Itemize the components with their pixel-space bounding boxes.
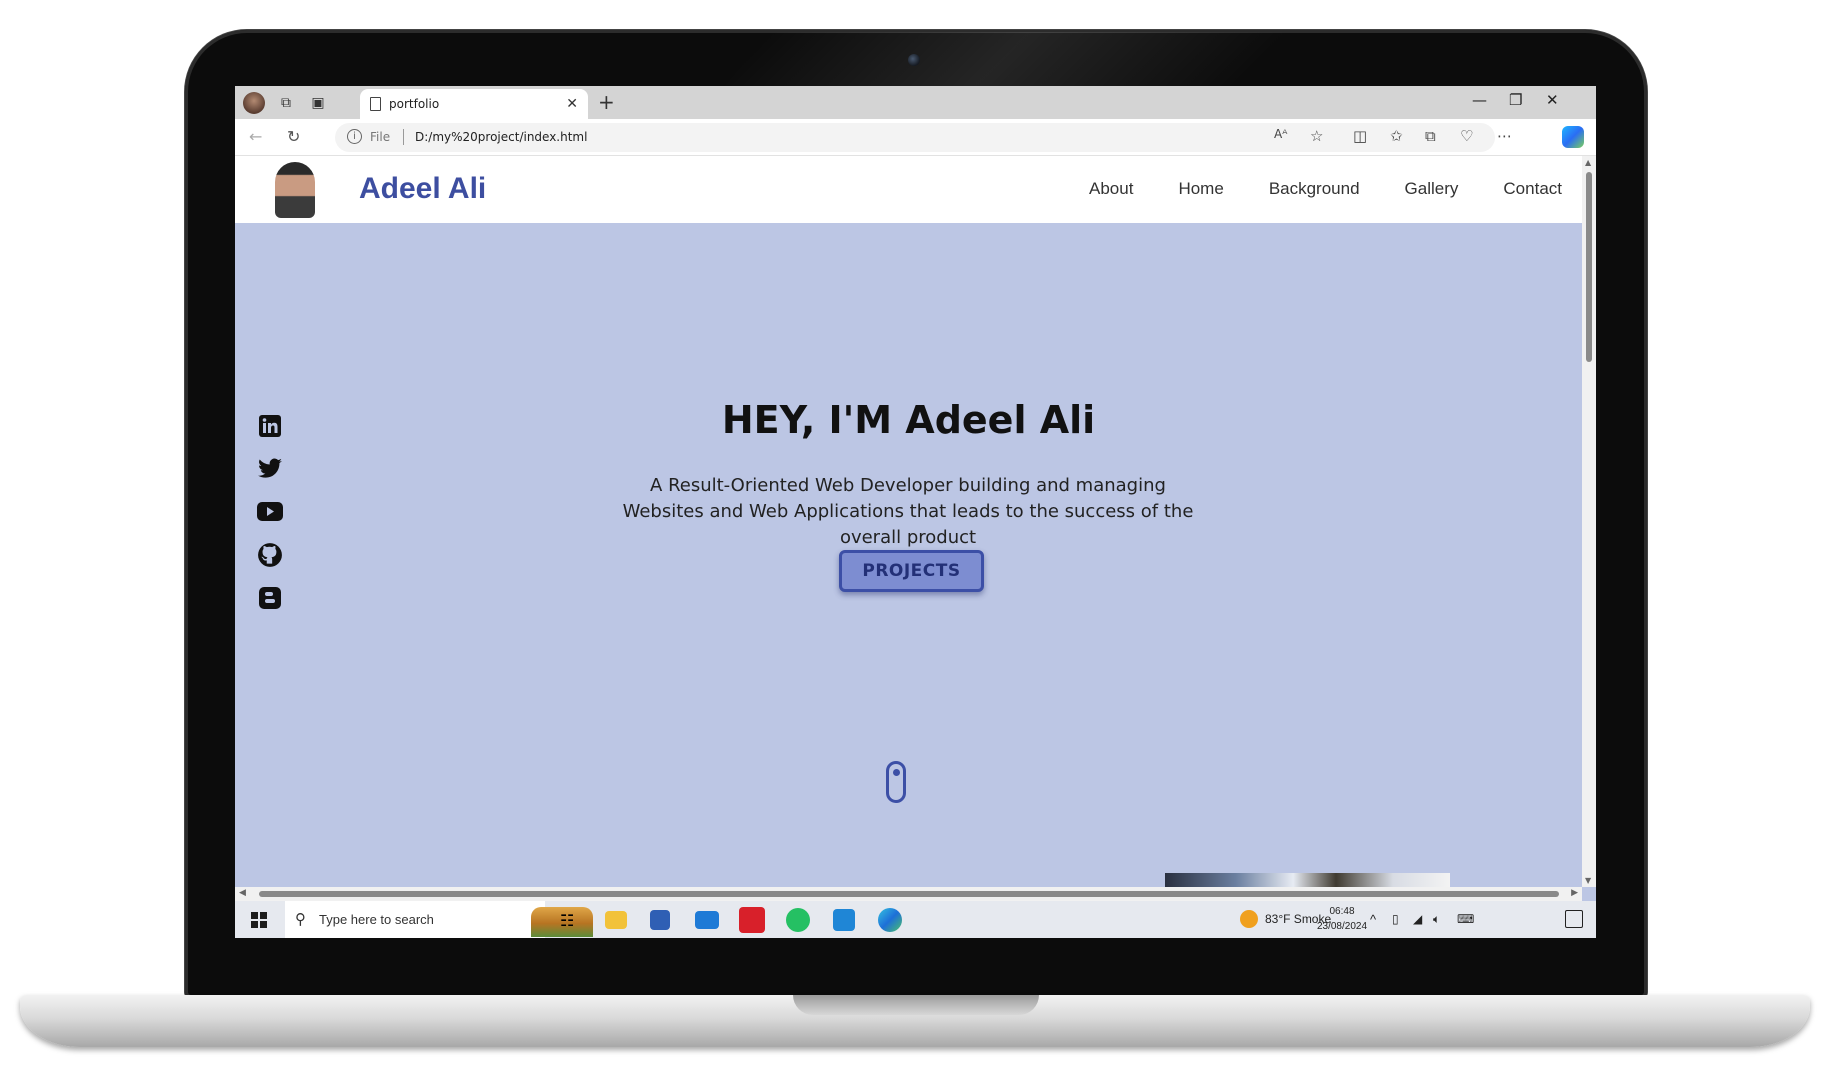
webcam (908, 54, 920, 66)
refresh-icon[interactable]: ↻ (287, 127, 300, 146)
scroll-down-arrow-icon[interactable]: ▼ (1585, 876, 1591, 885)
github-icon[interactable] (257, 542, 283, 568)
opera-icon[interactable] (739, 907, 765, 933)
search-icon: ⚲ (295, 910, 306, 928)
favorite-star-icon[interactable]: ☆ (1310, 127, 1323, 145)
weather-icon[interactable] (1240, 910, 1258, 928)
document-icon (370, 97, 381, 111)
twitter-icon[interactable] (257, 456, 283, 482)
hero-subtitle: A Result-Oriented Web Developer building… (622, 475, 1194, 548)
edge-icon[interactable] (878, 908, 902, 932)
taskbar-search-placeholder: Type here to search (319, 912, 434, 927)
file-explorer-icon[interactable] (605, 911, 627, 929)
url-separator (403, 129, 404, 145)
social-links (257, 413, 283, 611)
scroll-mouse-icon[interactable] (886, 761, 906, 803)
restore-icon[interactable]: ❐ (1509, 91, 1522, 109)
minimize-icon[interactable]: — (1472, 91, 1487, 109)
scroll-mouse-wheel (893, 769, 900, 776)
url-scheme-label: File (370, 130, 391, 144)
mail-icon[interactable] (695, 911, 719, 929)
gallery-image-preview (1165, 873, 1450, 887)
site-nav: About Home Background Gallery Contact (1089, 179, 1562, 199)
taskbar-search[interactable]: ⚲ Type here to search (285, 901, 593, 938)
read-aloud-icon[interactable]: Aᴬ (1274, 127, 1287, 141)
scroll-up-arrow-icon[interactable]: ▲ (1585, 158, 1591, 167)
scroll-left-arrow-icon[interactable]: ◀ (239, 888, 246, 898)
scroll-right-arrow-icon[interactable]: ▶ (1571, 888, 1578, 898)
microsoft-store-icon[interactable] (650, 910, 670, 930)
horizontal-scroll-thumb[interactable] (259, 891, 1559, 897)
browser-tab[interactable]: portfolio ✕ (360, 89, 588, 119)
close-tab-icon[interactable]: ✕ (566, 96, 578, 112)
volume-icon[interactable]: 🔈︎ (1433, 912, 1440, 927)
hero-section: HEY, I'M Adeel Ali A Result-Oriented Web… (235, 223, 1582, 887)
profile-photo (275, 162, 315, 218)
notifications-icon[interactable] (1565, 910, 1583, 928)
url-text[interactable]: D:/my%20project/index.html (415, 130, 587, 144)
system-clock[interactable]: 06:48 23/08/2024 (1307, 904, 1377, 934)
site-brand[interactable]: Adeel Ali (359, 172, 486, 206)
vertical-tabs-icon[interactable]: ▣ (307, 92, 329, 114)
battery-icon[interactable]: ▯ (1392, 912, 1399, 926)
vertical-scrollbar[interactable]: ▲ ▼ (1582, 156, 1596, 887)
task-view-icon[interactable]: ☷ (560, 911, 586, 937)
youtube-icon[interactable] (257, 499, 283, 525)
more-options-icon[interactable]: ⋯ (1497, 127, 1512, 145)
favorites-icon[interactable]: ✩ (1390, 127, 1403, 145)
vertical-scroll-thumb[interactable] (1586, 172, 1592, 362)
horizontal-scrollbar[interactable]: ◀ ▶ (235, 887, 1582, 901)
split-screen-icon[interactable]: ◫ (1353, 127, 1367, 145)
projects-button[interactable]: PROJECTS (839, 550, 984, 592)
hero-title: HEY, I'M Adeel Ali (721, 398, 1096, 442)
collections-icon[interactable]: ⧉ (1425, 127, 1436, 145)
tab-title: portfolio (389, 97, 440, 111)
lid-reflection (719, 32, 1411, 92)
whatsapp-icon[interactable] (786, 908, 810, 932)
browser-address-bar: ← ↻ i File D:/my%20project/index.html Aᴬ… (235, 119, 1596, 156)
profile-avatar-icon[interactable] (243, 91, 265, 114)
nav-background[interactable]: Background (1269, 179, 1360, 199)
keyboard-icon[interactable]: ⌨ (1457, 912, 1474, 926)
copilot-icon[interactable] (1562, 126, 1584, 148)
windows-taskbar: ⚲ Type here to search ☷ 83°F Smoke ^ ▯ ◢… (235, 901, 1596, 938)
windows-start-icon[interactable] (251, 912, 267, 928)
network-icon[interactable]: ◢ (1413, 912, 1422, 926)
blogger-icon[interactable] (257, 585, 283, 611)
browser-essentials-icon[interactable]: ♡ (1460, 127, 1473, 145)
info-icon[interactable]: i (347, 129, 362, 144)
nav-gallery[interactable]: Gallery (1405, 179, 1459, 199)
clock-date: 23/08/2024 (1316, 921, 1368, 932)
site-header: Adeel Ali About Home Background Gallery … (235, 156, 1582, 223)
vscode-icon[interactable] (833, 909, 855, 931)
nav-contact[interactable]: Contact (1503, 179, 1562, 199)
clock-time: 06:48 (1329, 906, 1355, 917)
nav-about[interactable]: About (1089, 179, 1133, 199)
nav-home[interactable]: Home (1178, 179, 1223, 199)
close-window-icon[interactable]: ✕ (1546, 91, 1559, 109)
laptop-hinge-notch (793, 995, 1039, 1015)
laptop-screen: ⧉ ▣ portfolio ✕ + — ❐ ✕ ← ↻ i File D:/my… (235, 86, 1596, 938)
new-tab-icon[interactable]: + (598, 90, 615, 114)
back-arrow-icon[interactable]: ← (249, 127, 262, 146)
workspaces-icon[interactable]: ⧉ (275, 92, 297, 114)
